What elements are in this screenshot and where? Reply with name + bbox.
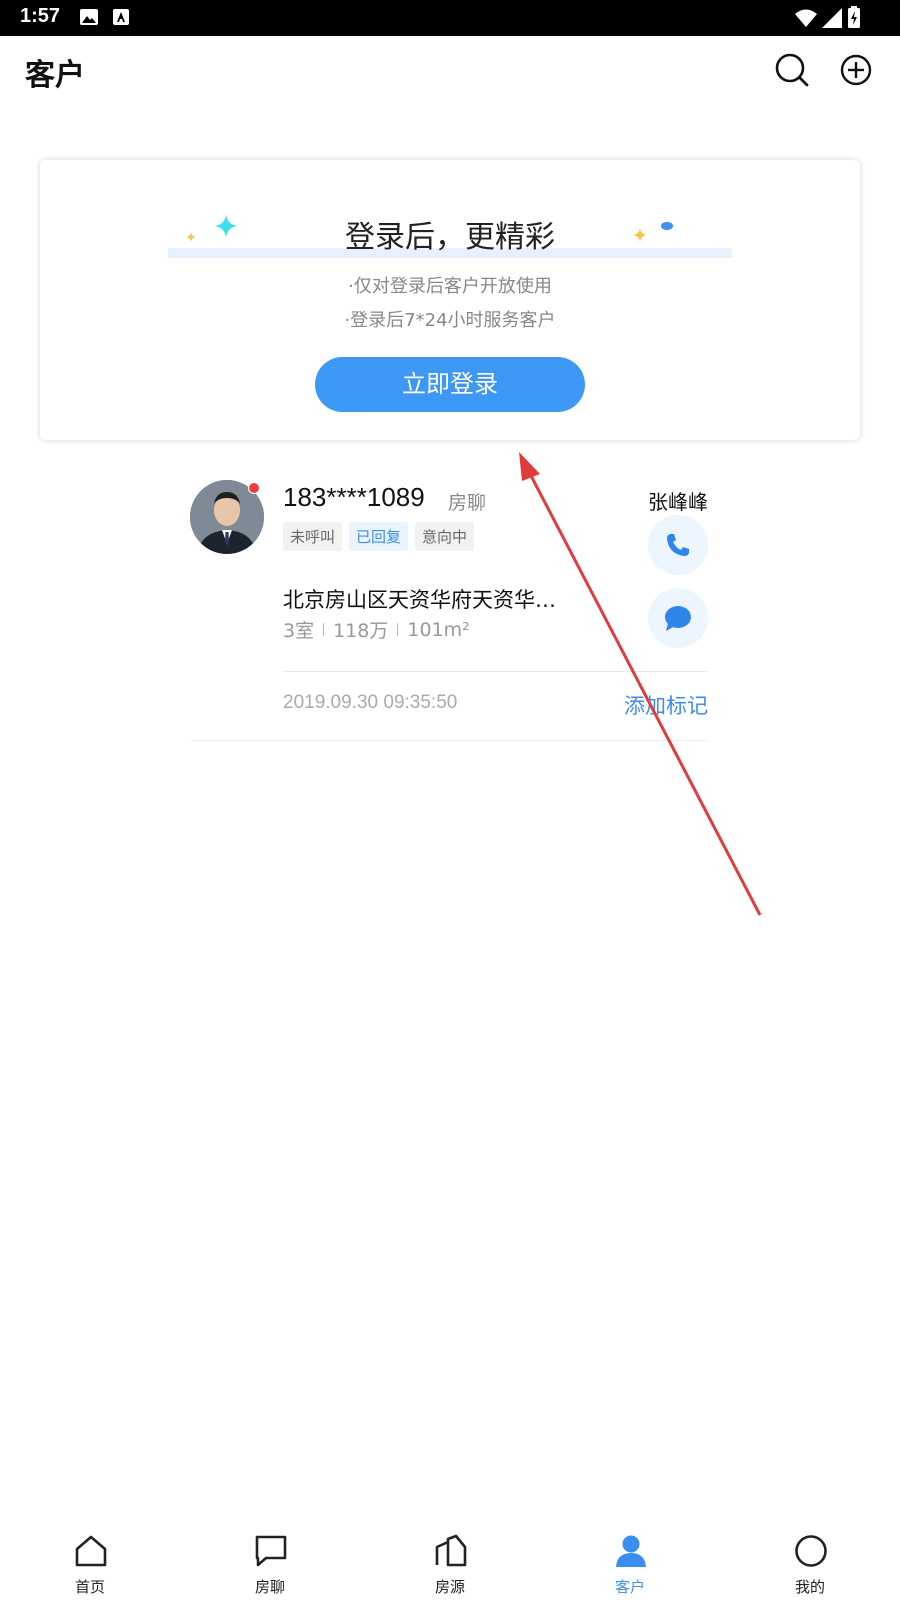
phone-icon [667,534,689,556]
tab-home[interactable]: 首页 [40,1520,140,1600]
price: 118万 [333,620,389,642]
add-icon[interactable] [838,52,874,88]
status-bar: 1:57 [0,0,900,36]
tab-label: 我的 [794,1578,825,1596]
message-button[interactable] [648,588,708,648]
wifi-icon [795,9,817,27]
add-mark-link[interactable]: 添加标记 [624,690,708,720]
tab-label: 首页 [74,1578,105,1596]
customer-phone: 183****1089 [283,482,425,512]
agent-name: 张峰峰 [648,490,708,514]
divider [283,671,708,672]
image-notification-icon [80,9,98,25]
bottom-tab-bar: 首页 房聊 房源 客户 我的 [0,1520,900,1600]
tag-reply-status: 已回复 [349,522,409,551]
tab-chat[interactable]: 房聊 [220,1520,320,1600]
building-icon [435,1534,467,1567]
signal-icon [822,8,842,28]
spec-separator [323,623,325,636]
home-icon [75,1535,107,1567]
call-button[interactable] [648,515,708,575]
login-prompt-card: 登录后，更精彩 ·仅对登录后客户开放使用 ·登录后7*24小时服务客户 立即登录 [40,160,860,440]
tab-listings[interactable]: 房源 [400,1520,500,1600]
login-card-note: ·登录后7*24小时服务客户 [344,310,556,331]
tab-label: 客户 [614,1578,645,1596]
status-tags: 未呼叫 已回复 意向中 [283,522,475,551]
tab-label: 房聊 [254,1578,285,1596]
divider [190,740,708,741]
tab-label: 房源 [434,1578,465,1596]
app-notification-icon [113,9,129,25]
chat-icon [255,1535,287,1567]
area: 101m² [407,618,470,641]
tag-intent-status: 意向中 [415,522,475,551]
user-icon [616,1535,646,1567]
profile-circle-icon [795,1535,827,1567]
message-bubble-icon [665,606,691,631]
rooms: 3室 [283,620,315,642]
property-address: 北京房山区天资华府天资华… [283,588,556,612]
tag-call-status: 未呼叫 [283,522,343,551]
app-header: 客户 [0,36,900,106]
tab-customers[interactable]: 客户 [580,1520,680,1600]
login-card-title: 登录后，更精彩 [345,220,555,255]
search-icon[interactable] [774,52,810,88]
contact-datetime: 2019.09.30 09:35:50 [283,692,458,713]
property-specs: 3室 118万 101m² [283,616,470,643]
spec-separator [397,623,399,636]
customer-list-item[interactable]: 183****1089 房聊 张峰峰 未呼叫 已回复 意向中 北京房山区天资华府… [190,472,708,742]
page-title: 客户 [25,58,85,93]
customer-source: 房聊 [448,492,487,514]
battery-icon [848,6,860,28]
tab-mine[interactable]: 我的 [760,1520,860,1600]
unread-indicator [248,482,260,494]
status-time: 1:57 [20,5,61,27]
login-button[interactable]: 立即登录 [315,357,585,412]
login-card-note: ·仅对登录后客户开放使用 [348,276,552,297]
